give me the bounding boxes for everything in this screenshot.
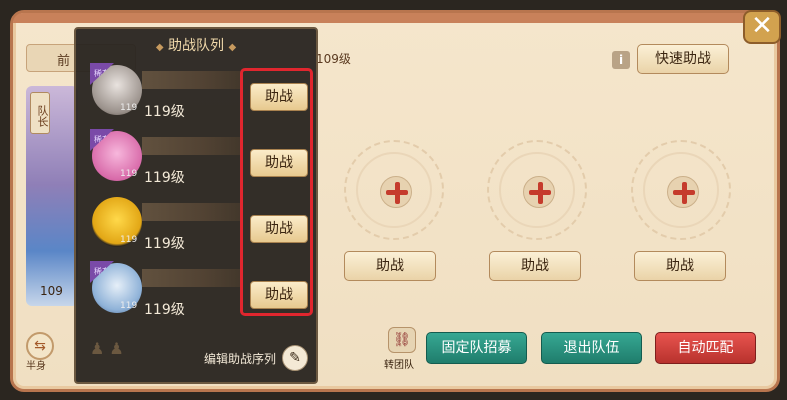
member-avatar-level: 119	[120, 169, 138, 179]
quick-assist-button[interactable]: 快速助战	[637, 44, 729, 74]
recruit-fixed-team-button[interactable]: 固定队招募	[426, 332, 527, 364]
half-body-label: 半身	[26, 361, 46, 372]
half-body-toggle-icon[interactable]: ⇆	[26, 332, 54, 360]
empty-slot-1[interactable]	[344, 140, 444, 240]
assist-list-title: ◆ 助战队列 ◆	[76, 35, 316, 55]
empty-slot-2[interactable]	[487, 140, 587, 240]
auto-match-button[interactable]: 自动匹配	[655, 332, 756, 364]
top-tab-label: 前	[57, 54, 71, 69]
assist-buttons-highlight	[240, 68, 313, 316]
member-name-blurred	[142, 203, 242, 221]
assist-list-title-text: 助战队列	[168, 38, 224, 54]
empty-slot-3[interactable]	[631, 140, 731, 240]
leader-tag: 队长	[30, 92, 50, 134]
member-avatar-level: 119	[120, 301, 138, 311]
member-name-blurred	[142, 269, 242, 287]
close-button[interactable]: ✕	[743, 10, 781, 44]
add-plus-icon	[667, 176, 699, 208]
info-icon[interactable]: i	[612, 51, 630, 69]
close-icon: ✕	[751, 11, 773, 41]
title-ornament-right: ◆	[228, 42, 237, 53]
brush-icon[interactable]: ✎	[282, 345, 308, 371]
member-level: 119级	[144, 104, 185, 120]
member-name-blurred	[142, 71, 242, 89]
header-level: 109级	[316, 52, 351, 66]
member-name-blurred	[142, 137, 242, 155]
transfer-team-icon[interactable]: ⛓	[388, 327, 416, 353]
slot-assist-button-2[interactable]: 助战	[489, 251, 581, 281]
member-avatar-level: 119	[120, 235, 138, 245]
leader-level: 109	[40, 284, 63, 298]
edit-assist-order[interactable]: 编辑助战序列 ✎	[204, 344, 308, 372]
add-plus-icon	[380, 176, 412, 208]
transfer-team-label: 转团队	[384, 360, 414, 371]
slot-assist-button-1[interactable]: 助战	[344, 251, 436, 281]
edit-assist-order-label: 编辑助战序列	[203, 351, 276, 366]
faded-figure-icons: ♟ ♟	[90, 339, 124, 358]
leader-level-value: 109	[40, 284, 63, 298]
title-ornament-left: ◆	[155, 42, 164, 53]
leave-team-button[interactable]: 退出队伍	[541, 332, 642, 364]
member-level: 119级	[144, 236, 185, 252]
member-avatar-level: 119	[120, 103, 138, 113]
member-level: 119级	[144, 302, 185, 318]
slot-assist-button-3[interactable]: 助战	[634, 251, 726, 281]
team-screen: ✕ 前 109级 i 快速助战 队长 109 ⇆ 半身 助战 助战 助战 ⛓ 转…	[0, 0, 787, 400]
member-level: 119级	[144, 170, 185, 186]
add-plus-icon	[523, 176, 555, 208]
